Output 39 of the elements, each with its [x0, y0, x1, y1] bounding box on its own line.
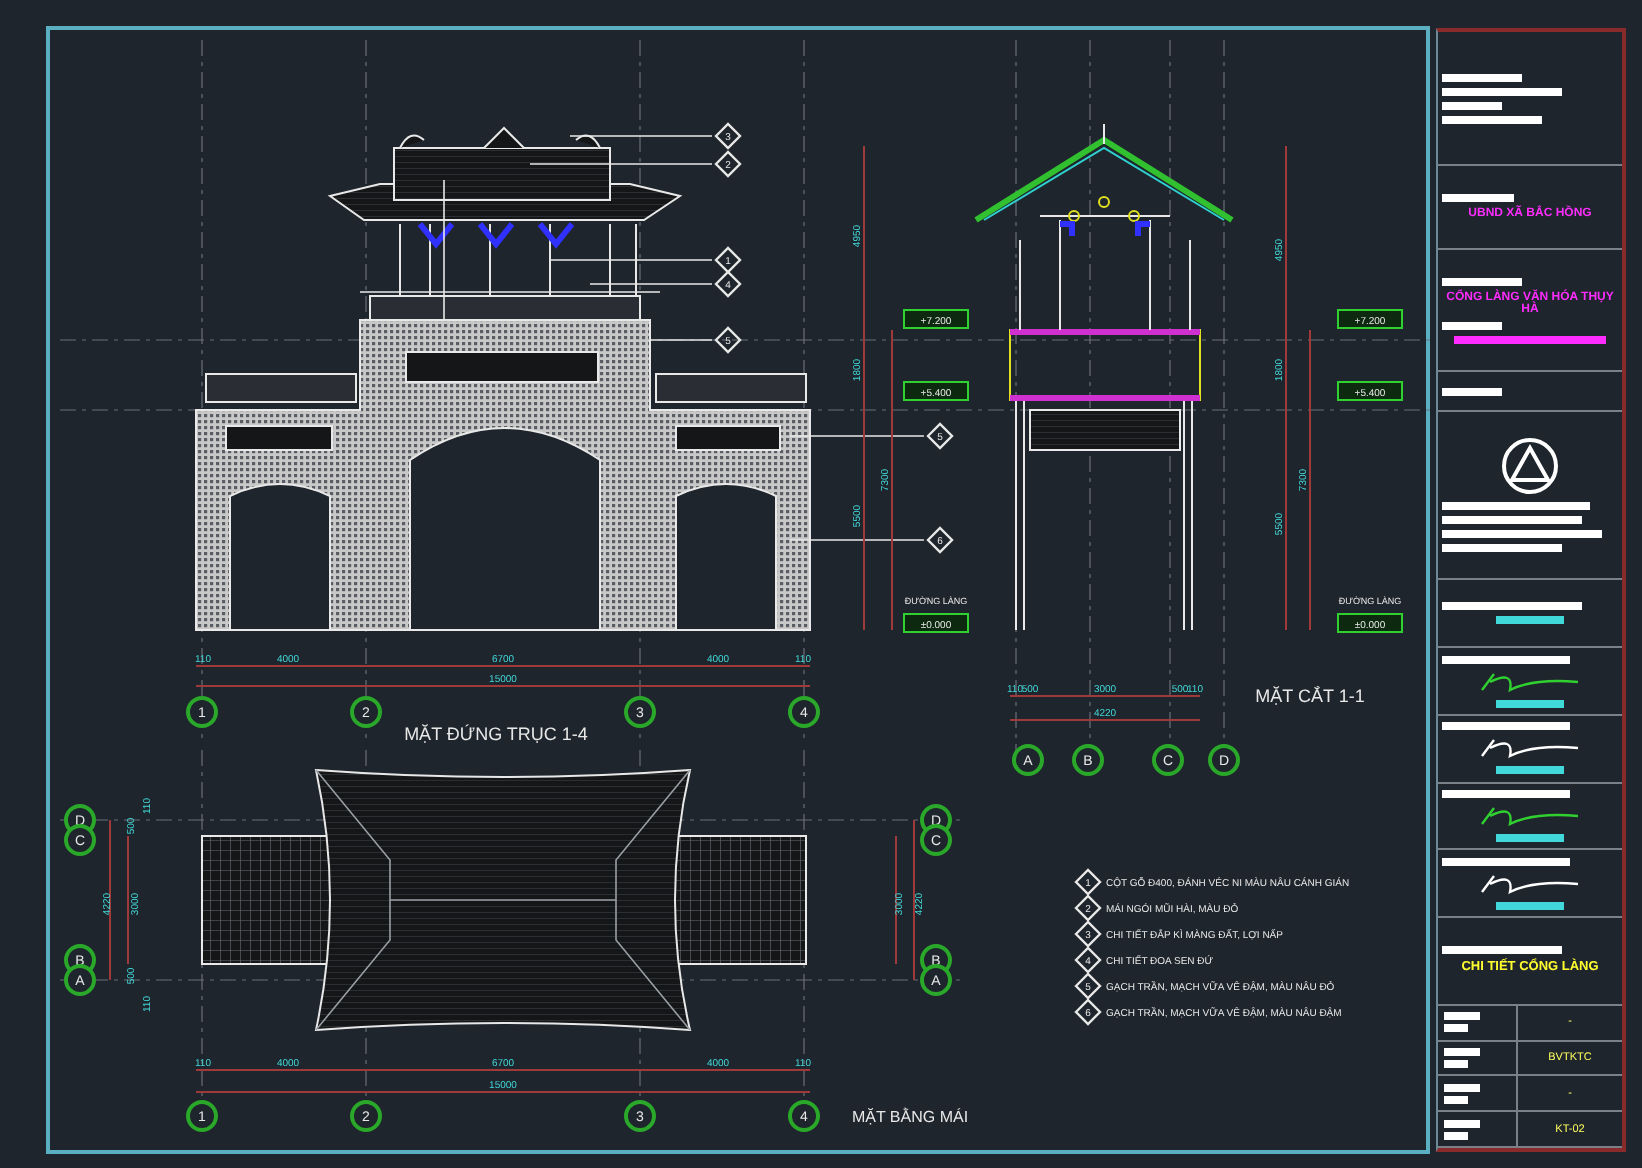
- callout-diamond: [714, 150, 742, 178]
- callout-diamond: [926, 526, 954, 554]
- axis-circle: [624, 1100, 656, 1132]
- view-title: MẶT ĐỨNG TRỤC 1-4: [404, 724, 588, 744]
- callout-diamond: [926, 422, 954, 450]
- axis-circle: [788, 696, 820, 728]
- axis-circle: [64, 964, 96, 996]
- level-tag: [903, 381, 969, 401]
- view-title: MẶT BẰNG MÁI: [851, 1108, 969, 1126]
- level-tag: [903, 613, 969, 633]
- company-logo: [1496, 436, 1564, 497]
- callout-diamond: [714, 122, 742, 150]
- axis-circle: [186, 696, 218, 728]
- axis-circle: [920, 964, 952, 996]
- callout-diamond: [1074, 998, 1102, 1026]
- callout-diamond: [714, 270, 742, 298]
- callout-diamond: [1074, 894, 1102, 922]
- callout-diamond: [714, 326, 742, 354]
- level-tag: [1337, 381, 1403, 401]
- axis-circle: [350, 696, 382, 728]
- level-tag: [1337, 613, 1403, 633]
- axis-circle: [1012, 744, 1044, 776]
- axis-circle: [64, 824, 96, 856]
- callout-diamond: [1074, 868, 1102, 896]
- axis-circle: [350, 1100, 382, 1132]
- axis-circle: [186, 1100, 218, 1132]
- axis-circle: [624, 696, 656, 728]
- axis-circle: [1072, 744, 1104, 776]
- callout-diamond: [714, 246, 742, 274]
- axis-circle: [920, 824, 952, 856]
- level-tag: [1337, 309, 1403, 329]
- axis-circle: [1208, 744, 1240, 776]
- axis-circle: [788, 1100, 820, 1132]
- level-tag: [903, 309, 969, 329]
- axis-circle: [1152, 744, 1184, 776]
- view-title: MẶT CẮT 1-1: [1255, 686, 1365, 706]
- callout-diamond: [1074, 946, 1102, 974]
- callout-diamond: [1074, 972, 1102, 1000]
- callout-diamond: [1074, 920, 1102, 948]
